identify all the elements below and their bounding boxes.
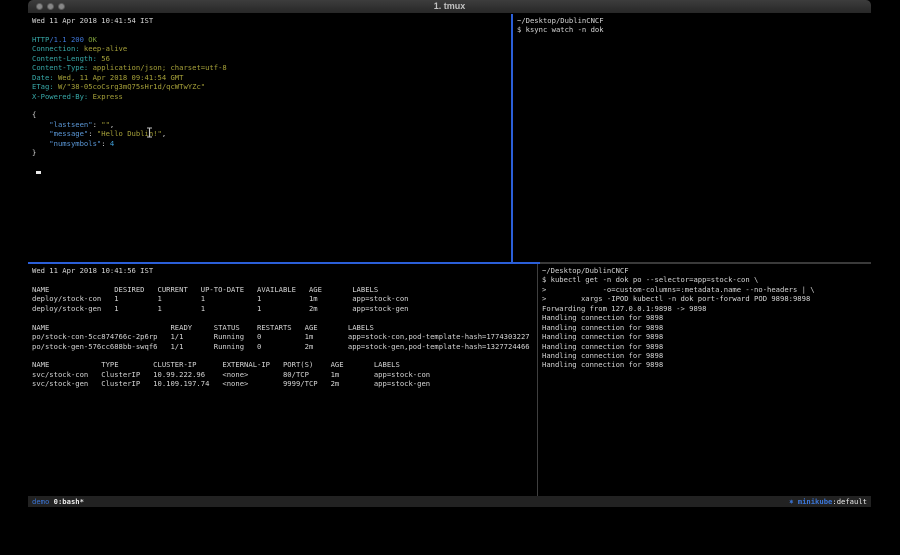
- cwd-line: ~/Desktop/DublinCNCF: [542, 266, 867, 275]
- http-header-line: ETag: W/"38-05coCsrg3mQ75sHr1d/qcWTwYZc": [32, 82, 507, 91]
- command-continuation-line: > xargs -IPOD kubectl -n dok port-forwar…: [542, 294, 867, 303]
- json-entry-line: "message": "Hello Dublin!",: [32, 129, 507, 138]
- http-header-line: Connection: keep-alive: [32, 44, 507, 53]
- output-line: Handling connection for 9898: [542, 360, 867, 369]
- kube-context-indicator: ⎈ minikube:default: [789, 496, 867, 507]
- pane-top-right-ksync[interactable]: ~/Desktop/DublinCNCF $ ksync watch -n do…: [513, 14, 871, 262]
- close-button[interactable]: [36, 3, 43, 10]
- window-titlebar[interactable]: 1. tmux: [28, 0, 871, 14]
- deploy-table-header: NAME DESIRED CURRENT UP-TO-DATE AVAILABL…: [32, 285, 533, 294]
- terminal-cursor: [36, 171, 41, 174]
- http-header-line: Content-Length: 56: [32, 54, 507, 63]
- http-version: /1.1 200: [49, 35, 88, 44]
- helm-wheel-icon: ⎈: [789, 497, 798, 506]
- kube-namespace: :default: [832, 497, 867, 506]
- command-line: $ ksync watch -n dok: [517, 25, 867, 34]
- http-reason: OK: [88, 35, 97, 44]
- pods-table-header: NAME READY STATUS RESTARTS AGE LABELS: [32, 323, 533, 332]
- output-line: Handling connection for 9898: [542, 351, 867, 360]
- svc-table-row: svc/stock-gen ClusterIP 10.109.197.74 <n…: [32, 379, 533, 388]
- output-line: Handling connection for 9898: [542, 332, 867, 341]
- command-continuation-line: > -o=custom-columns=:metadata.name --no-…: [542, 285, 867, 294]
- deploy-table-row: deploy/stock-gen 1 1 1 1 2m app=stock-ge…: [32, 304, 533, 313]
- command-line: $ kubectl get -n dok po --selector=app=s…: [542, 275, 867, 284]
- traffic-lights: [36, 3, 65, 10]
- session-name: demo: [32, 497, 54, 506]
- status-left: demo 0:bash*: [32, 496, 84, 507]
- json-entry-line: "numsymbols": 4: [32, 139, 507, 148]
- http-header-line: Content-Type: application/json; charset=…: [32, 63, 507, 72]
- svc-table-row: svc/stock-con ClusterIP 10.99.222.96 <no…: [32, 370, 533, 379]
- pane-bottom-left-kubectl-get[interactable]: Wed 11 Apr 2018 10:41:56 IST NAME DESIRE…: [28, 264, 537, 496]
- output-line: Handling connection for 9898: [542, 313, 867, 322]
- prompt-line: [32, 167, 507, 176]
- timestamp-line: Wed 11 Apr 2018 10:41:54 IST: [32, 16, 507, 25]
- output-line: Handling connection for 9898: [542, 323, 867, 332]
- http-header-line: Date: Wed, 11 Apr 2018 09:41:54 GMT: [32, 73, 507, 82]
- pods-table-row: po/stock-gen-576cc688bb-swqf6 1/1 Runnin…: [32, 342, 533, 351]
- http-proto: HTTP: [32, 35, 49, 44]
- window-tab-bash[interactable]: 0:bash*: [54, 497, 84, 506]
- terminal-window: 1. tmux Wed 11 Apr 2018 10:41:54 IST HTT…: [28, 0, 871, 507]
- pane-bottom-right-port-forward[interactable]: ~/Desktop/DublinCNCF $ kubectl get -n do…: [538, 264, 871, 496]
- zoom-button[interactable]: [58, 3, 65, 10]
- svc-table-header: NAME TYPE CLUSTER-IP EXTERNAL-IP PORT(S)…: [32, 360, 533, 369]
- timestamp-line: Wed 11 Apr 2018 10:41:56 IST: [32, 266, 533, 275]
- json-brace-line: }: [32, 148, 507, 157]
- http-status-line: HTTP/1.1 200 OK: [32, 35, 507, 44]
- minimize-button[interactable]: [47, 3, 54, 10]
- deploy-table-row: deploy/stock-con 1 1 1 1 1m app=stock-co…: [32, 294, 533, 303]
- tmux-status-bar: demo 0:bash* ⎈ minikube:default: [28, 496, 871, 507]
- pane-top-left-http[interactable]: Wed 11 Apr 2018 10:41:54 IST HTTP/1.1 20…: [28, 14, 511, 262]
- cwd-line: ~/Desktop/DublinCNCF: [517, 16, 867, 25]
- output-line: Forwarding from 127.0.0.1:9898 -> 9898: [542, 304, 867, 313]
- window-title: 1. tmux: [28, 0, 871, 13]
- kube-context: minikube: [798, 497, 833, 506]
- json-entry-line: "lastseen": "",: [32, 120, 507, 129]
- output-line: Handling connection for 9898: [542, 342, 867, 351]
- pods-table-row: po/stock-con-5cc874766c-2p6rp 1/1 Runnin…: [32, 332, 533, 341]
- json-brace-line: {: [32, 110, 507, 119]
- http-header-line: X-Powered-By: Express: [32, 92, 507, 101]
